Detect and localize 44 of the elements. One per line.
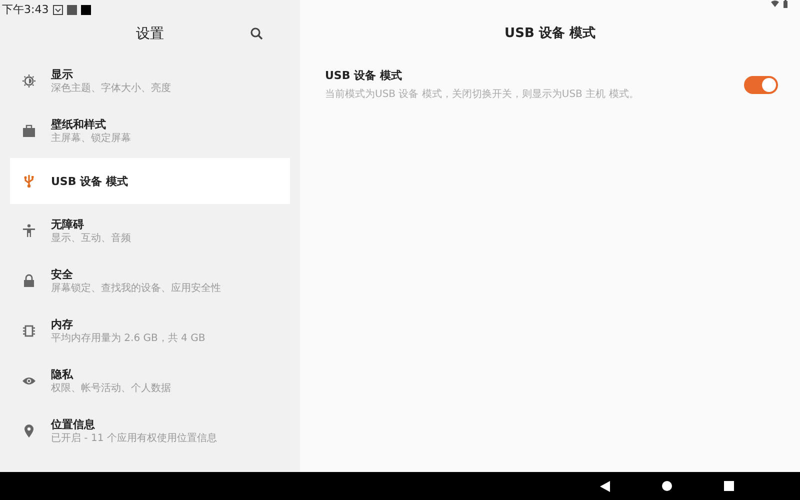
item-title: 位置信息 [51,416,96,432]
item-title: 无障碍 [51,216,85,232]
brightness-icon [22,74,36,88]
sidebar-item[interactable]: USB 设备 模式 [10,158,290,204]
chip-icon [22,324,36,338]
item-subtitle: 权限、帐号活动、个人数据 [51,382,171,396]
wifi-icon [771,0,779,7]
sidebar-item[interactable]: 内存 平均内存用量为 2.6 GB，共 4 GB [10,306,290,356]
sidebar-item[interactable]: 无障碍 显示、互动、音频 [10,206,290,256]
square-icon [80,5,91,15]
item-subtitle: 主屏幕、锁定屏幕 [51,132,131,146]
home-icon[interactable] [662,481,672,491]
sidebar-item[interactable]: 壁纸和样式 主屏幕、锁定屏幕 [10,106,290,156]
item-title: USB 设备 模式 [51,174,128,188]
setting-title: USB 设备 模式 [325,68,403,84]
usb-icon [22,174,36,188]
toggle-switch[interactable] [744,76,778,94]
square-icon [66,5,77,15]
sidebar-title: 设置 [136,24,164,44]
search-icon[interactable] [250,27,263,40]
location-pin-icon [22,424,36,438]
item-title: 安全 [51,266,74,282]
accessibility-icon [22,224,36,238]
sidebar-item[interactable]: 隐私 权限、帐号活动、个人数据 [10,356,290,406]
item-subtitle: 显示、互动、音频 [51,232,131,246]
item-title: 显示 [51,66,74,82]
item-title: 隐私 [51,366,74,382]
item-subtitle: 深色主题、字体大小、亮度 [51,82,171,96]
page-title: USB 设备 模式 [504,25,596,44]
item-subtitle: 屏幕锁定、查找我的设备、应用安全性 [51,282,221,296]
item-title: 壁纸和样式 [51,116,107,132]
item-subtitle: 平均内存用量为 2.6 GB，共 4 GB [51,332,206,346]
sidebar-item[interactable]: 显示 深色主题、字体大小、亮度 [10,56,290,106]
item-subtitle: 已开启 - 11 个应用有权使用位置信息 [51,432,217,446]
lock-icon [22,274,36,288]
battery-icon [783,0,788,8]
briefcase-icon [22,124,36,138]
notification-icon [52,5,63,15]
status-time: 下午3:43 [2,2,49,18]
item-title: 内存 [51,316,74,332]
sidebar-item[interactable]: 位置信息 已开启 - 11 个应用有权使用位置信息 [10,406,290,456]
setting-description: 当前模式为USB 设备 模式，关闭切换开关，则显示为USB 主机 模式。 [325,88,640,102]
sidebar-item[interactable]: 安全 屏幕锁定、查找我的设备、应用安全性 [10,256,290,306]
back-icon[interactable] [600,480,610,492]
